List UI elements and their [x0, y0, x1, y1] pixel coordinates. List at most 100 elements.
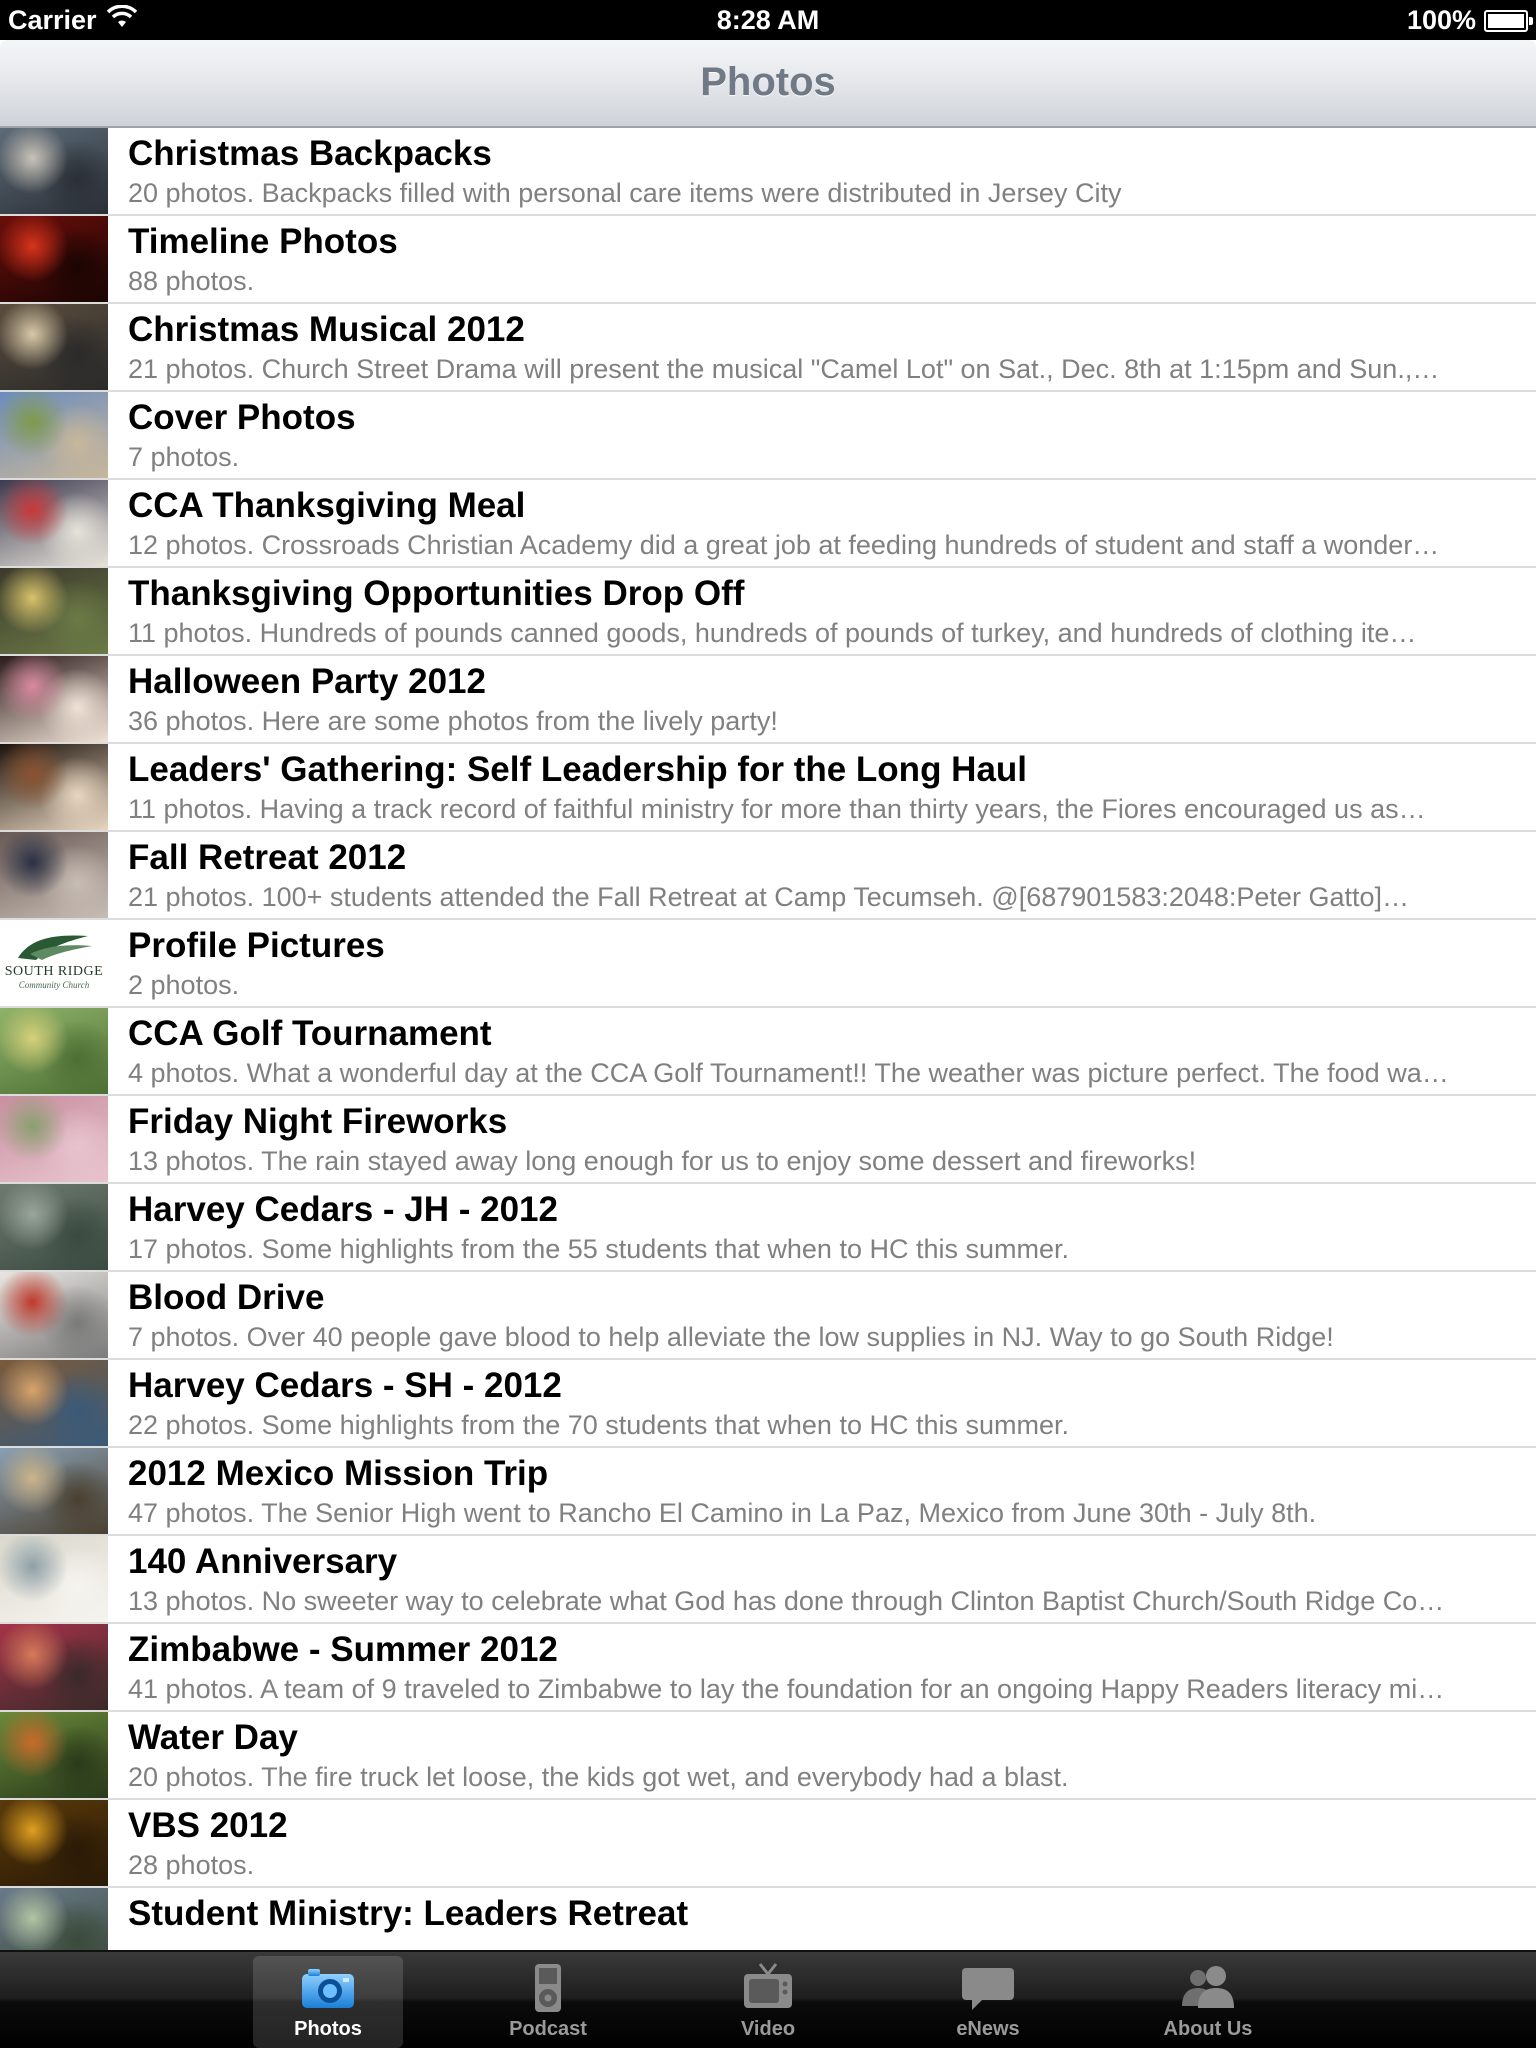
- tab-label: Podcast: [509, 2018, 587, 2040]
- album-description: 88 photos.: [128, 266, 255, 296]
- album-description: 21 photos. Church Street Drama will pres…: [128, 354, 1440, 384]
- album-row[interactable]: Harvey Cedars - SH - 2012 22 photos. Some…: [0, 1360, 1536, 1448]
- photo-album-list[interactable]: Christmas Backpacks 20 photos. Backpacks …: [0, 128, 1536, 1950]
- album-description: 13 photos. The rain stayed away long eno…: [128, 1146, 1197, 1176]
- album-description: 2 photos.: [128, 970, 240, 1000]
- album-title: Friday Night Fireworks: [128, 1102, 508, 1141]
- album-thumbnail: SOUTH RIDGE Community Church: [0, 920, 108, 1006]
- album-row[interactable]: Water Day 20 photos. The fire truck let l…: [0, 1712, 1536, 1800]
- album-thumbnail: [0, 1536, 108, 1622]
- album-row[interactable]: CCA Golf Tournament 4 photos. What a wond…: [0, 1008, 1536, 1096]
- album-title: Fall Retreat 2012: [128, 838, 407, 877]
- album-title: Timeline Photos: [128, 222, 398, 261]
- tab-about-us[interactable]: About Us: [1133, 1956, 1283, 2048]
- album-row[interactable]: Leaders' Gathering: Self Leadership for …: [0, 744, 1536, 832]
- album-description: 47 photos. The Senior High went to Ranch…: [128, 1498, 1317, 1528]
- album-thumbnail: [0, 1624, 108, 1710]
- album-thumbnail: [0, 128, 108, 214]
- tab-bar: Photos Podcast Video eNews About Us: [0, 1950, 1536, 2048]
- album-thumbnail: [0, 480, 108, 566]
- tab-enews[interactable]: eNews: [913, 1956, 1063, 2048]
- album-row[interactable]: Thanksgiving Opportunities Drop Off 11 ph…: [0, 568, 1536, 656]
- ipod-icon: [518, 1962, 578, 2014]
- battery-percent: 100%: [1406, 5, 1476, 35]
- album-thumbnail: [0, 1360, 108, 1446]
- album-title: Harvey Cedars - SH - 2012: [128, 1366, 562, 1405]
- album-description: 7 photos.: [128, 442, 240, 472]
- navigation-bar: Photos: [0, 40, 1536, 128]
- album-row[interactable]: CCA Thanksgiving Meal 12 photos. Crossroa…: [0, 480, 1536, 568]
- album-thumbnail: [0, 656, 108, 742]
- album-row[interactable]: 2012 Mexico Mission Trip 47 photos. The S…: [0, 1448, 1536, 1536]
- status-time: 8:28 AM: [716, 5, 820, 35]
- album-title: Christmas Musical 2012: [128, 310, 525, 349]
- tv-icon: [738, 1962, 798, 2014]
- album-row[interactable]: SOUTH RIDGE Community Church Profile Pictu…: [0, 920, 1536, 1008]
- album-description: 17 photos. Some highlights from the 55 s…: [128, 1234, 1069, 1264]
- album-thumbnail: [0, 1096, 108, 1182]
- album-row[interactable]: Cover Photos 7 photos.: [0, 392, 1536, 480]
- tab-video[interactable]: Video: [693, 1956, 843, 2048]
- album-row[interactable]: Christmas Backpacks 20 photos. Backpacks …: [0, 128, 1536, 216]
- tab-label: About Us: [1163, 2018, 1253, 2040]
- album-title: CCA Golf Tournament: [128, 1014, 492, 1053]
- album-title: Cover Photos: [128, 398, 356, 437]
- album-description: 7 photos. Over 40 people gave blood to h…: [128, 1322, 1334, 1352]
- album-description: 41 photos. A team of 9 traveled to Zimba…: [128, 1674, 1445, 1704]
- album-title: Christmas Backpacks: [128, 134, 492, 173]
- album-thumbnail: [0, 744, 108, 830]
- album-title: CCA Thanksgiving Meal: [128, 486, 526, 525]
- album-thumbnail: [0, 1712, 108, 1798]
- album-description: 22 photos. Some highlights from the 70 s…: [128, 1410, 1069, 1440]
- album-title: Harvey Cedars - JH - 2012: [128, 1190, 558, 1229]
- status-bar: Carrier 8:28 AM 100%: [0, 0, 1536, 40]
- tab-label: eNews: [956, 2018, 1020, 2040]
- album-row[interactable]: Fall Retreat 2012 21 photos. 100+ student…: [0, 832, 1536, 920]
- logo-subtext: Community Church: [18, 980, 90, 990]
- album-title: 140 Anniversary: [128, 1542, 398, 1581]
- album-description: 11 photos. Having a track record of fait…: [128, 794, 1426, 824]
- album-row[interactable]: Student Ministry: Leaders Retreat: [0, 1888, 1536, 1950]
- album-title: Water Day: [128, 1718, 298, 1757]
- album-description: 28 photos.: [128, 1850, 255, 1880]
- album-description: 12 photos. Crossroads Christian Academy …: [128, 530, 1440, 560]
- tab-label: Photos: [294, 2018, 362, 2040]
- album-description: 13 photos. No sweeter way to celebrate w…: [128, 1586, 1445, 1616]
- album-row[interactable]: Christmas Musical 2012 21 photos. Church …: [0, 304, 1536, 392]
- album-row[interactable]: Friday Night Fireworks 13 photos. The rai…: [0, 1096, 1536, 1184]
- album-row[interactable]: Timeline Photos 88 photos.: [0, 216, 1536, 304]
- tab-podcast[interactable]: Podcast: [473, 1956, 623, 2048]
- album-thumbnail: [0, 1184, 108, 1270]
- album-row[interactable]: 140 Anniversary 13 photos. No sweeter way…: [0, 1536, 1536, 1624]
- album-title: Profile Pictures: [128, 926, 385, 965]
- page-title: Photos: [700, 60, 836, 104]
- album-row[interactable]: VBS 2012 28 photos.: [0, 1800, 1536, 1888]
- album-thumbnail: [0, 1008, 108, 1094]
- album-thumbnail: [0, 832, 108, 918]
- album-thumbnail: [0, 1448, 108, 1534]
- people-icon: [1178, 1962, 1238, 2014]
- album-thumbnail: [0, 216, 108, 302]
- album-description: 36 photos. Here are some photos from the…: [128, 706, 778, 736]
- album-description: 4 photos. What a wonderful day at the CC…: [128, 1058, 1449, 1088]
- battery-indicator: 100%: [1406, 5, 1533, 36]
- album-thumbnail: [0, 1888, 108, 1950]
- album-row[interactable]: Harvey Cedars - JH - 2012 17 photos. Some…: [0, 1184, 1536, 1272]
- album-description: 20 photos. The fire truck let loose, the…: [128, 1762, 1069, 1792]
- screen: Carrier 8:28 AM 100% Photos Christmas Ba…: [0, 0, 1536, 2048]
- album-thumbnail: [0, 392, 108, 478]
- album-title: Leaders' Gathering: Self Leadership for …: [128, 750, 1028, 789]
- album-row[interactable]: Zimbabwe - Summer 2012 41 photos. A team …: [0, 1624, 1536, 1712]
- album-title: Halloween Party 2012: [128, 662, 486, 701]
- camera-icon: [298, 1962, 358, 2014]
- album-title: Student Ministry: Leaders Retreat: [128, 1894, 689, 1933]
- logo-leaf-icon: [18, 935, 92, 960]
- tab-photos[interactable]: Photos: [253, 1956, 403, 2048]
- album-row[interactable]: Blood Drive 7 photos. Over 40 people gave…: [0, 1272, 1536, 1360]
- tab-label: Video: [740, 2018, 796, 2040]
- album-row[interactable]: Halloween Party 2012 36 photos. Here are …: [0, 656, 1536, 744]
- album-description: 20 photos. Backpacks filled with persona…: [128, 178, 1122, 208]
- album-thumbnail: [0, 1800, 108, 1886]
- album-description: 11 photos. Hundreds of pounds canned goo…: [128, 618, 1417, 648]
- album-title: Zimbabwe - Summer 2012: [128, 1630, 558, 1669]
